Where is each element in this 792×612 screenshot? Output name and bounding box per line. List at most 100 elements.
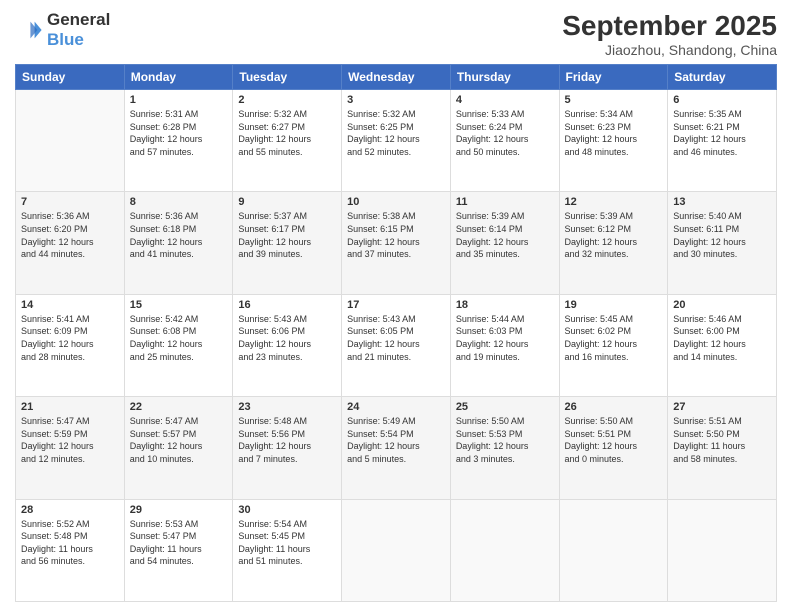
calendar-cell: 4 Sunrise: 5:33 AMSunset: 6:24 PMDaylight… [450,90,559,192]
day-info: Sunrise: 5:43 AMSunset: 6:06 PMDaylight:… [238,313,336,363]
logo-icon [15,16,43,44]
day-info: Sunrise: 5:52 AMSunset: 5:48 PMDaylight:… [21,518,119,568]
calendar-cell: 19 Sunrise: 5:45 AMSunset: 6:02 PMDayligh… [559,294,668,396]
calendar-cell: 30 Sunrise: 5:54 AMSunset: 5:45 PMDayligh… [233,499,342,601]
day-number: 13 [673,196,771,208]
week-row-2: 7 Sunrise: 5:36 AMSunset: 6:20 PMDaylight… [16,192,777,294]
weekday-header-friday: Friday [559,65,668,90]
day-info: Sunrise: 5:32 AMSunset: 6:27 PMDaylight:… [238,108,336,158]
day-number: 19 [565,299,663,311]
day-info: Sunrise: 5:35 AMSunset: 6:21 PMDaylight:… [673,108,771,158]
day-info: Sunrise: 5:36 AMSunset: 6:18 PMDaylight:… [130,210,228,260]
calendar-cell: 24 Sunrise: 5:49 AMSunset: 5:54 PMDayligh… [342,397,451,499]
day-info: Sunrise: 5:33 AMSunset: 6:24 PMDaylight:… [456,108,554,158]
day-number: 21 [21,401,119,413]
weekday-header-thursday: Thursday [450,65,559,90]
day-number: 2 [238,94,336,106]
day-info: Sunrise: 5:42 AMSunset: 6:08 PMDaylight:… [130,313,228,363]
calendar-cell: 25 Sunrise: 5:50 AMSunset: 5:53 PMDayligh… [450,397,559,499]
calendar-cell [559,499,668,601]
day-number: 6 [673,94,771,106]
calendar-cell: 5 Sunrise: 5:34 AMSunset: 6:23 PMDaylight… [559,90,668,192]
weekday-header-monday: Monday [124,65,233,90]
calendar-cell: 11Sunrise: 5:39 AMSunset: 6:14 PMDayligh… [450,192,559,294]
weekday-header-wednesday: Wednesday [342,65,451,90]
calendar-cell: 8 Sunrise: 5:36 AMSunset: 6:18 PMDaylight… [124,192,233,294]
calendar-cell: 3Sunrise: 5:32 AMSunset: 6:25 PMDaylight… [342,90,451,192]
day-info: Sunrise: 5:32 AMSunset: 6:25 PMDaylight:… [347,108,445,158]
week-row-5: 28 Sunrise: 5:52 AMSunset: 5:48 PMDayligh… [16,499,777,601]
calendar-cell: 10 Sunrise: 5:38 AMSunset: 6:15 PMDayligh… [342,192,451,294]
day-number: 9 [238,196,336,208]
day-number: 22 [130,401,228,413]
weekday-header-saturday: Saturday [668,65,777,90]
day-info: Sunrise: 5:41 AMSunset: 6:09 PMDaylight:… [21,313,119,363]
calendar-cell: 22 Sunrise: 5:47 AMSunset: 5:57 PMDayligh… [124,397,233,499]
day-number: 25 [456,401,554,413]
day-info: Sunrise: 5:45 AMSunset: 6:02 PMDaylight:… [565,313,663,363]
day-number: 30 [238,504,336,516]
day-number: 10 [347,196,445,208]
day-info: Sunrise: 5:49 AMSunset: 5:54 PMDaylight:… [347,415,445,465]
day-info: Sunrise: 5:34 AMSunset: 6:23 PMDaylight:… [565,108,663,158]
day-info: Sunrise: 5:36 AMSunset: 6:20 PMDaylight:… [21,210,119,260]
day-number: 7 [21,196,119,208]
calendar-cell: 13 Sunrise: 5:40 AMSunset: 6:11 PMDayligh… [668,192,777,294]
day-info: Sunrise: 5:43 AMSunset: 6:05 PMDaylight:… [347,313,445,363]
day-info: Sunrise: 5:54 AMSunset: 5:45 PMDaylight:… [238,518,336,568]
location: Jiaozhou, Shandong, China [562,42,777,58]
calendar-cell: 14 Sunrise: 5:41 AMSunset: 6:09 PMDayligh… [16,294,125,396]
calendar-cell: 9 Sunrise: 5:37 AMSunset: 6:17 PMDaylight… [233,192,342,294]
calendar-cell [450,499,559,601]
day-info: Sunrise: 5:53 AMSunset: 5:47 PMDaylight:… [130,518,228,568]
calendar-cell: 12 Sunrise: 5:39 AMSunset: 6:12 PMDayligh… [559,192,668,294]
day-number: 15 [130,299,228,311]
day-number: 12 [565,196,663,208]
day-number: 26 [565,401,663,413]
day-number: 16 [238,299,336,311]
day-info: Sunrise: 5:47 AMSunset: 5:57 PMDaylight:… [130,415,228,465]
day-number: 23 [238,401,336,413]
week-row-3: 14 Sunrise: 5:41 AMSunset: 6:09 PMDayligh… [16,294,777,396]
calendar-cell [342,499,451,601]
calendar-cell: 17 Sunrise: 5:43 AMSunset: 6:05 PMDayligh… [342,294,451,396]
calendar-cell [16,90,125,192]
day-info: Sunrise: 5:50 AMSunset: 5:53 PMDaylight:… [456,415,554,465]
day-info: Sunrise: 5:47 AMSunset: 5:59 PMDaylight:… [21,415,119,465]
day-number: 24 [347,401,445,413]
day-info: Sunrise: 5:38 AMSunset: 6:15 PMDaylight:… [347,210,445,260]
day-info: Sunrise: 5:40 AMSunset: 6:11 PMDaylight:… [673,210,771,260]
calendar-cell: 28 Sunrise: 5:52 AMSunset: 5:48 PMDayligh… [16,499,125,601]
calendar-cell: 26Sunrise: 5:50 AMSunset: 5:51 PMDayligh… [559,397,668,499]
calendar-cell: 6 Sunrise: 5:35 AMSunset: 6:21 PMDaylight… [668,90,777,192]
day-number: 8 [130,196,228,208]
calendar-cell: 21 Sunrise: 5:47 AMSunset: 5:59 PMDayligh… [16,397,125,499]
calendar-cell: 2 Sunrise: 5:32 AMSunset: 6:27 PMDaylight… [233,90,342,192]
day-number: 1 [130,94,228,106]
day-number: 17 [347,299,445,311]
calendar-cell: 7 Sunrise: 5:36 AMSunset: 6:20 PMDaylight… [16,192,125,294]
day-number: 11 [456,196,554,208]
calendar-cell: 15 Sunrise: 5:42 AMSunset: 6:08 PMDayligh… [124,294,233,396]
calendar-cell: 23 Sunrise: 5:48 AMSunset: 5:56 PMDayligh… [233,397,342,499]
day-number: 14 [21,299,119,311]
week-row-4: 21 Sunrise: 5:47 AMSunset: 5:59 PMDayligh… [16,397,777,499]
header: General Blue September 2025 Jiaozhou, Sh… [15,10,777,58]
logo: General Blue [15,10,110,51]
day-number: 20 [673,299,771,311]
day-number: 18 [456,299,554,311]
weekday-header-row: SundayMondayTuesdayWednesdayThursdayFrid… [16,65,777,90]
title-block: September 2025 Jiaozhou, Shandong, China [562,10,777,58]
logo-text: General Blue [47,10,110,51]
day-number: 5 [565,94,663,106]
calendar-cell: 1Sunrise: 5:31 AMSunset: 6:28 PMDaylight… [124,90,233,192]
day-number: 28 [21,504,119,516]
calendar-cell: 18Sunrise: 5:44 AMSunset: 6:03 PMDayligh… [450,294,559,396]
day-number: 4 [456,94,554,106]
day-info: Sunrise: 5:48 AMSunset: 5:56 PMDaylight:… [238,415,336,465]
calendar-cell: 27Sunrise: 5:51 AMSunset: 5:50 PMDayligh… [668,397,777,499]
week-row-1: 1Sunrise: 5:31 AMSunset: 6:28 PMDaylight… [16,90,777,192]
weekday-header-tuesday: Tuesday [233,65,342,90]
day-info: Sunrise: 5:39 AMSunset: 6:12 PMDaylight:… [565,210,663,260]
day-info: Sunrise: 5:37 AMSunset: 6:17 PMDaylight:… [238,210,336,260]
